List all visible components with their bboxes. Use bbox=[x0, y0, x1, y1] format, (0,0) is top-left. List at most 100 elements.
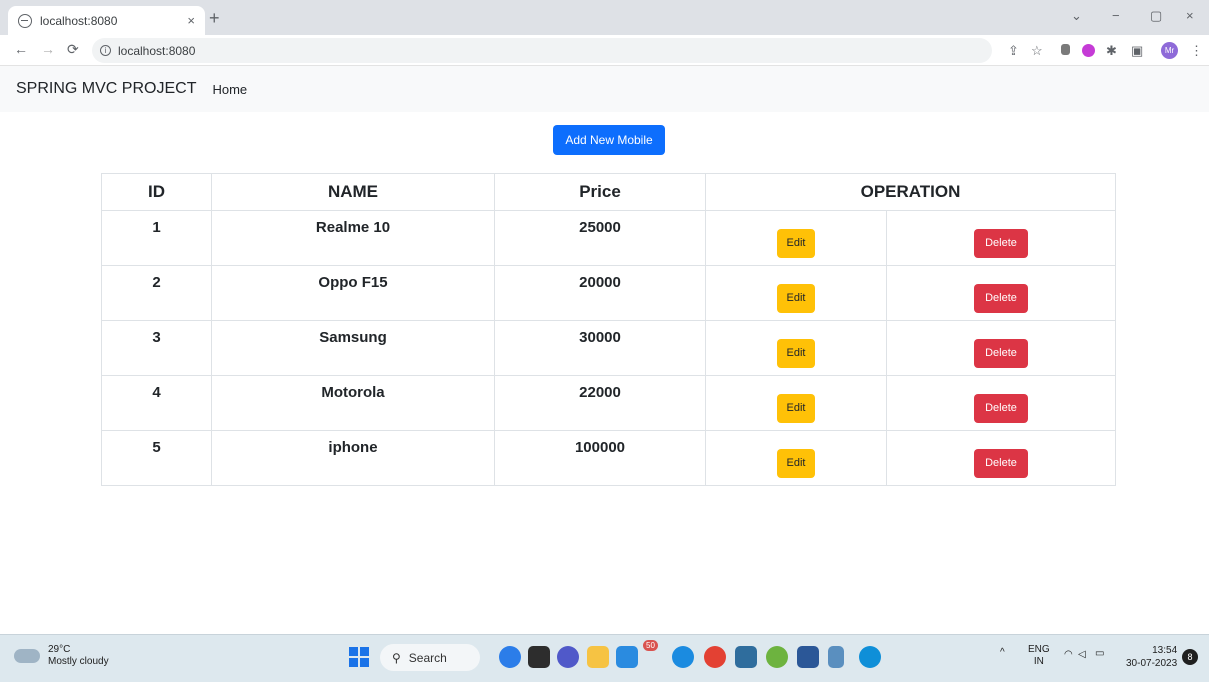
bookmark-star-icon[interactable]: ☆ bbox=[1031, 43, 1043, 59]
cell-id: 5 bbox=[101, 430, 212, 486]
cell-edit: Edit bbox=[705, 320, 887, 376]
taskbar-search[interactable]: ⚲ Search bbox=[380, 644, 480, 671]
edit-button[interactable]: Edit bbox=[776, 339, 816, 368]
bing-chat-icon[interactable] bbox=[499, 646, 521, 668]
clock-date: 30-07-2023 bbox=[1126, 658, 1178, 669]
table-header-row: ID NAME Price OPERATION bbox=[101, 173, 1116, 211]
lang-bottom: IN bbox=[1033, 656, 1044, 667]
cell-id: 4 bbox=[101, 375, 212, 431]
table-row: 3 Samsung 30000 Edit Delete bbox=[101, 320, 1116, 376]
cell-price: 22000 bbox=[494, 375, 706, 431]
notepad-icon[interactable] bbox=[828, 646, 844, 668]
cell-name: Oppo F15 bbox=[211, 265, 495, 321]
cell-delete: Delete bbox=[886, 375, 1116, 431]
cell-delete: Delete bbox=[886, 210, 1116, 266]
chrome-icon[interactable] bbox=[704, 646, 726, 668]
table-row: 1 Realme 10 25000 Edit Delete bbox=[101, 210, 1116, 266]
app-navbar: SPRING MVC PROJECT Home bbox=[0, 66, 1209, 112]
wifi-icon[interactable]: ◠ bbox=[1064, 649, 1073, 660]
more-menu-icon[interactable]: ⋮ bbox=[1190, 43, 1203, 59]
weather-temperature: 29°C bbox=[48, 644, 71, 655]
share-icon[interactable]: ⇪ bbox=[1008, 43, 1019, 59]
reload-icon[interactable]: ⟳ bbox=[67, 41, 79, 58]
cell-name: Samsung bbox=[211, 320, 495, 376]
browser-tab[interactable]: localhost:8080 × bbox=[8, 6, 205, 35]
delete-button[interactable]: Delete bbox=[974, 394, 1028, 423]
extension-icon[interactable] bbox=[1082, 44, 1095, 57]
minimize-button[interactable]: − bbox=[1112, 8, 1120, 23]
windows-start-icon[interactable] bbox=[349, 647, 369, 667]
delete-button[interactable]: Delete bbox=[974, 284, 1028, 313]
tab-title: localhost:8080 bbox=[40, 13, 118, 28]
cell-price: 30000 bbox=[494, 320, 706, 376]
cell-delete: Delete bbox=[886, 320, 1116, 376]
site-info-icon[interactable]: i bbox=[100, 45, 111, 56]
delete-button[interactable]: Delete bbox=[974, 339, 1028, 368]
edit-button[interactable]: Edit bbox=[776, 229, 816, 258]
cell-name: Motorola bbox=[211, 375, 495, 431]
nav-link-home[interactable]: Home bbox=[212, 82, 247, 97]
edit-button[interactable]: Edit bbox=[776, 449, 816, 478]
edge-icon[interactable] bbox=[859, 646, 881, 668]
tab-search-icon[interactable]: ⌄ bbox=[1071, 8, 1082, 24]
profile-avatar[interactable]: Mr bbox=[1161, 42, 1178, 59]
forward-arrow-icon[interactable]: → bbox=[41, 41, 55, 57]
table-row: 4 Motorola 22000 Edit Delete bbox=[101, 375, 1116, 431]
add-new-mobile-button[interactable]: Add New Mobile bbox=[553, 125, 665, 155]
clock-time: 13:54 bbox=[1152, 645, 1178, 656]
tab-close-icon[interactable]: × bbox=[187, 13, 195, 28]
cell-name: Realme 10 bbox=[211, 210, 495, 266]
side-panel-icon[interactable]: ▣ bbox=[1131, 43, 1143, 59]
header-id: ID bbox=[101, 173, 212, 211]
restore-button[interactable]: ▢ bbox=[1150, 8, 1162, 24]
weather-condition: Mostly cloudy bbox=[48, 656, 109, 667]
extension-icon[interactable] bbox=[1061, 44, 1070, 55]
notification-badge[interactable]: 8 bbox=[1182, 649, 1198, 665]
mail-icon[interactable] bbox=[616, 646, 638, 668]
delete-button[interactable]: Delete bbox=[974, 449, 1028, 478]
address-bar[interactable]: i localhost:8080 bbox=[92, 38, 992, 63]
cell-edit: Edit bbox=[705, 430, 887, 486]
edit-button[interactable]: Edit bbox=[776, 284, 816, 313]
language-indicator[interactable]: ENG IN bbox=[1028, 644, 1050, 668]
teams-chat-icon[interactable] bbox=[557, 646, 579, 668]
app-icon[interactable] bbox=[735, 646, 757, 668]
edit-button[interactable]: Edit bbox=[776, 394, 816, 423]
search-icon: ⚲ bbox=[392, 650, 401, 665]
search-label: Search bbox=[408, 650, 447, 665]
header-name: NAME bbox=[211, 173, 495, 211]
weather-widget[interactable]: 29°C Mostly cloudy bbox=[14, 644, 109, 668]
cell-edit: Edit bbox=[705, 210, 887, 266]
header-operation: OPERATION bbox=[705, 173, 1116, 211]
cell-delete: Delete bbox=[886, 430, 1116, 486]
cell-id: 1 bbox=[101, 210, 212, 266]
battery-icon[interactable]: ▭ bbox=[1095, 648, 1104, 659]
cell-id: 3 bbox=[101, 320, 212, 376]
mail-badge: 50 bbox=[643, 640, 658, 651]
window-close-button[interactable]: × bbox=[1186, 8, 1194, 23]
table-row: 2 Oppo F15 20000 Edit Delete bbox=[101, 265, 1116, 321]
cell-edit: Edit bbox=[705, 375, 887, 431]
table-row: 5 iphone 100000 Edit Delete bbox=[101, 430, 1116, 486]
delete-button[interactable]: Delete bbox=[974, 229, 1028, 258]
file-explorer-icon[interactable] bbox=[587, 646, 609, 668]
task-view-icon[interactable] bbox=[528, 646, 550, 668]
browser-tab-strip: localhost:8080 × + ⌄ − ▢ × bbox=[0, 0, 1209, 35]
extensions-puzzle-icon[interactable]: ✱ bbox=[1106, 43, 1117, 59]
browser-toolbar: ← → ⟳ i localhost:8080 ⇪ ☆ ✱ ▣ Mr ⋮ bbox=[0, 35, 1209, 66]
spring-tool-suite-icon[interactable] bbox=[766, 646, 788, 668]
chevron-up-icon[interactable]: ^ bbox=[1000, 647, 1005, 658]
cell-delete: Delete bbox=[886, 265, 1116, 321]
navbar-brand[interactable]: SPRING MVC PROJECT bbox=[16, 80, 196, 98]
cell-name: iphone bbox=[211, 430, 495, 486]
cell-edit: Edit bbox=[705, 265, 887, 321]
mobiles-table: ID NAME Price OPERATION 1 Realme 10 2500… bbox=[101, 173, 1116, 486]
clock[interactable]: 13:54 30-07-2023 bbox=[1126, 644, 1177, 670]
back-arrow-icon[interactable]: ← bbox=[14, 41, 28, 57]
new-tab-button[interactable]: + bbox=[209, 8, 220, 29]
lang-top: ENG bbox=[1028, 644, 1050, 655]
volume-icon[interactable]: ◁ bbox=[1078, 649, 1086, 660]
globe-icon bbox=[18, 13, 32, 28]
word-icon[interactable] bbox=[797, 646, 819, 668]
edge-dev-icon[interactable] bbox=[672, 646, 694, 668]
